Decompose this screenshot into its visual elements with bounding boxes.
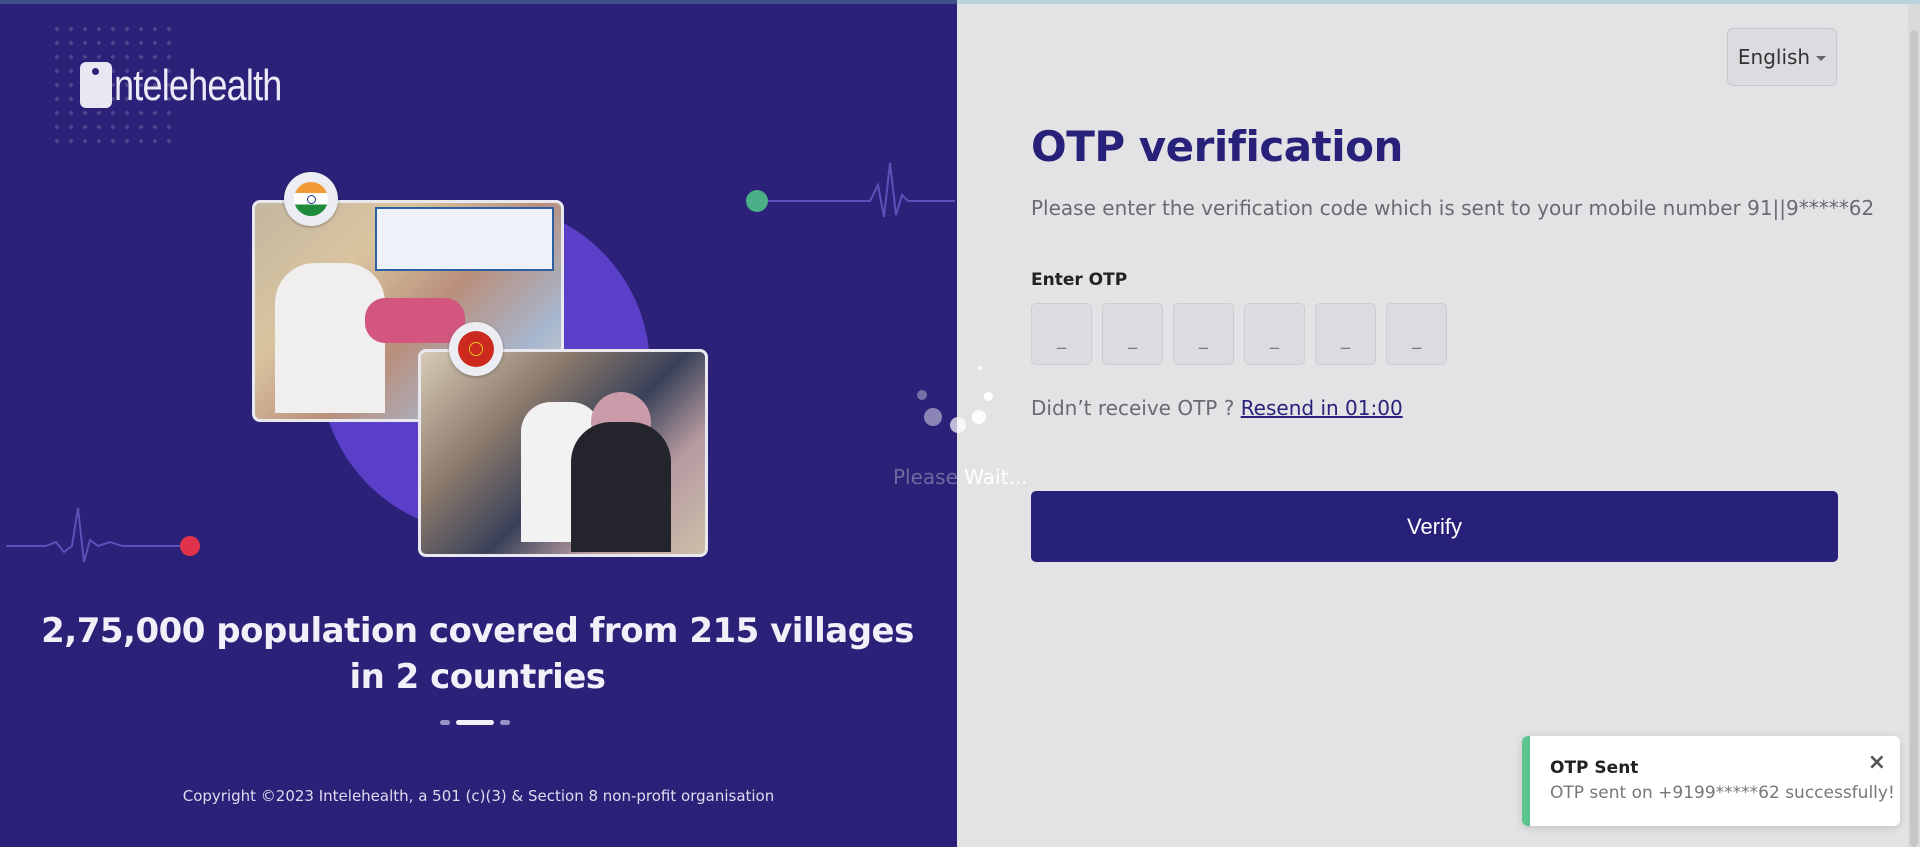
- photo-kyrgyzstan-clinic: [418, 349, 708, 557]
- carousel-indicators[interactable]: [440, 720, 510, 725]
- toast-message: OTP sent on +9199*****62 successfully!: [1550, 783, 1895, 803]
- chevron-down-icon: [1816, 55, 1827, 61]
- otp-digit-2[interactable]: _: [1102, 303, 1163, 365]
- loading-text-b: Wait...: [964, 465, 1028, 489]
- page-title: OTP verification: [1031, 122, 1403, 171]
- otp-subtitle: Please enter the verification code which…: [1031, 196, 1875, 220]
- loading-spinner-icon: [915, 360, 1015, 440]
- scrollbar[interactable]: [1908, 0, 1920, 847]
- carousel-dot[interactable]: [500, 720, 510, 725]
- otp-digit-1[interactable]: _: [1031, 303, 1092, 365]
- carousel-dot-active[interactable]: [456, 720, 494, 725]
- otp-digit-5[interactable]: _: [1315, 303, 1376, 365]
- resend-row: Didn’t receive OTP ? Resend in 01:00: [1031, 396, 1403, 420]
- copyright-text: Copyright ©2023 Intelehealth, a 501 (c)(…: [182, 787, 775, 805]
- otp-sent-toast: OTP Sent OTP sent on +9199*****62 succes…: [1522, 736, 1900, 826]
- heartbeat-line-icon: [6, 507, 200, 563]
- otp-label: Enter OTP: [1031, 270, 1128, 290]
- language-dropdown[interactable]: English: [1727, 28, 1837, 86]
- verify-button[interactable]: Verify: [1031, 491, 1838, 562]
- india-flag-icon: [284, 172, 338, 226]
- top-accent-bar: [0, 0, 1920, 4]
- left-promo-panel: ntelehealth 2,75,000 population covered …: [0, 0, 957, 847]
- resend-prefix: Didn’t receive OTP ?: [1031, 396, 1241, 420]
- close-icon[interactable]: ×: [1868, 750, 1886, 775]
- otp-digit-6[interactable]: _: [1386, 303, 1447, 365]
- intelehealth-logo: ntelehealth: [80, 58, 318, 108]
- loading-text-a: Please: [893, 465, 965, 489]
- language-label: English: [1737, 45, 1811, 69]
- otp-digit-3[interactable]: _: [1173, 303, 1234, 365]
- otp-input-group: _ _ _ _ _ _: [1031, 303, 1447, 365]
- otp-digit-4[interactable]: _: [1244, 303, 1305, 365]
- tagline: 2,75,000 population covered from 215 vil…: [41, 611, 914, 697]
- carousel-dot[interactable]: [440, 720, 450, 725]
- logo-i-icon: [80, 62, 112, 108]
- logo-text: ntelehealth: [114, 61, 282, 110]
- resend-link[interactable]: Resend in 01:00: [1241, 396, 1403, 420]
- toast-title: OTP Sent: [1550, 758, 1639, 778]
- heartbeat-line-icon: [746, 162, 955, 218]
- kyrgyzstan-flag-icon: [449, 322, 503, 376]
- toast-accent-bar: [1522, 736, 1530, 826]
- loading-text: Please Wait...: [893, 465, 1028, 489]
